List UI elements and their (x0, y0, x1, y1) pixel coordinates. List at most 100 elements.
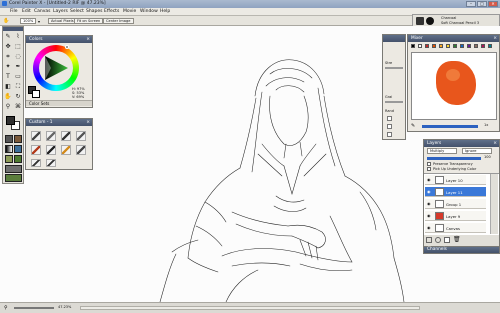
menu-effects[interactable]: Effects (104, 9, 119, 14)
pick-up-underlying-checkbox[interactable] (427, 167, 431, 171)
panel-close-icon[interactable]: × (493, 140, 497, 147)
brush-tool-icon[interactable]: ✎ (4, 33, 12, 41)
paper-selector[interactable] (5, 135, 13, 143)
actual-pixels-button[interactable]: Actual Pixels (48, 18, 77, 24)
new-layer-icon[interactable] (444, 237, 450, 243)
layer-visibility-icon[interactable]: ◉ (427, 213, 432, 218)
pen-tool-icon[interactable]: ✒ (14, 63, 22, 71)
horizontal-scrollbar[interactable] (80, 306, 420, 310)
menu-file[interactable]: File (10, 9, 18, 14)
mixer-color-swatch[interactable] (418, 44, 422, 48)
mixer-color-swatch[interactable] (460, 44, 464, 48)
paint-bucket-icon[interactable]: ⛶ (14, 83, 22, 91)
custom-brush-icon[interactable] (31, 145, 41, 155)
menu-help[interactable]: Help (160, 9, 170, 14)
mixer-color-swatch[interactable] (481, 44, 485, 48)
weave-selector[interactable] (14, 145, 22, 153)
layer-visibility-icon[interactable]: ◉ (427, 225, 432, 230)
mixer-zoom-slider[interactable] (422, 125, 478, 128)
mixer-color-swatch[interactable] (453, 44, 457, 48)
menu-canvas[interactable]: Canvas (34, 9, 51, 14)
mixer-color-swatch[interactable] (439, 44, 443, 48)
center-image-button[interactable]: Center Image (103, 18, 134, 24)
text-tool-icon[interactable]: T (4, 73, 12, 81)
layer-visibility-icon[interactable]: ◉ (427, 177, 432, 182)
custom-brush-icon[interactable] (46, 159, 56, 167)
delete-layer-icon[interactable]: 🗑 (453, 236, 461, 243)
layers-panel-header[interactable]: Layers × (424, 140, 499, 147)
main-color-swatch[interactable] (6, 116, 15, 125)
menu-shapes[interactable]: Shapes (86, 9, 102, 14)
transform-icon[interactable]: ⬚ (14, 43, 22, 51)
minimize-button[interactable]: – (466, 1, 476, 7)
mixer-panel-header[interactable]: Mixer × (408, 35, 499, 42)
grain-slider[interactable] (385, 101, 403, 103)
custom-brush-icon[interactable] (76, 145, 86, 155)
strength-slider[interactable] (385, 67, 403, 69)
mixer-color-swatch[interactable] (474, 44, 478, 48)
brush-variant-icon[interactable] (426, 17, 434, 25)
layer-row[interactable]: ◉ Group 1 (425, 199, 486, 209)
custom-brush-icon[interactable] (31, 159, 41, 167)
menu-window[interactable]: Window (140, 9, 158, 14)
randomness-checkbox[interactable] (387, 116, 392, 121)
zoom-slider[interactable] (14, 307, 54, 309)
magnifier-tool-icon[interactable]: ⚲ (4, 103, 12, 111)
toolbox-thumb-1[interactable] (5, 165, 22, 173)
color-sets-header[interactable]: Color Sets (26, 100, 92, 106)
custom-brush-icon[interactable] (61, 131, 71, 141)
maximize-button[interactable]: □ (477, 1, 487, 7)
zoom-field[interactable]: 100% (20, 18, 36, 24)
layer-row[interactable]: ◉ Layer 9 (425, 211, 486, 221)
fit-on-screen-button[interactable]: Fit on Screen (74, 18, 104, 24)
menu-movie[interactable]: Movie (123, 9, 136, 14)
custom-brush-icon[interactable] (31, 131, 41, 141)
brush-controls-header[interactable] (383, 35, 405, 42)
saturation-value-triangle[interactable] (41, 53, 71, 83)
mixer-color-swatch[interactable] (411, 44, 415, 48)
toolbox-thumb-2[interactable] (5, 174, 22, 182)
channels-panel-header[interactable]: Channels (424, 247, 499, 253)
crop-tool-icon[interactable]: ⌗ (4, 53, 12, 61)
pattern-selector[interactable] (14, 135, 22, 143)
mixer-color-swatch[interactable] (488, 44, 492, 48)
shape-tool-icon[interactable]: ▭ (14, 73, 22, 81)
panel-close-icon[interactable]: × (493, 35, 497, 42)
mixer-color-swatch[interactable] (446, 44, 450, 48)
custom-brush-icon[interactable] (46, 145, 56, 155)
gradient-selector[interactable] (5, 145, 13, 153)
composite-method-select[interactable]: Multiply (427, 148, 457, 154)
layers-scrollbar[interactable] (490, 174, 498, 234)
preserve-transparency-checkbox[interactable] (427, 162, 431, 166)
panel-close-icon[interactable]: × (86, 119, 90, 126)
panel-close-icon[interactable]: × (86, 36, 90, 43)
brush-category-icon[interactable] (416, 17, 424, 25)
layer-adjuster-icon[interactable]: ✥ (4, 43, 12, 51)
dropper-tool-icon[interactable]: ⌇ (14, 33, 22, 41)
colors-panel-header[interactable]: Colors × (26, 36, 92, 43)
mixer-color-swatch[interactable] (467, 44, 471, 48)
opacity-slider[interactable] (427, 157, 481, 160)
layer-row[interactable]: ◉ Layer 10 (425, 175, 486, 185)
layer-visibility-icon[interactable]: ◉ (427, 201, 432, 206)
custom-brush-icon[interactable] (46, 131, 56, 141)
layer-commands-icon[interactable] (426, 237, 432, 243)
eraser-tool-icon[interactable]: ◧ (4, 83, 12, 91)
mixer-pad[interactable] (411, 52, 497, 120)
grabber-hand-icon[interactable]: ✋ (3, 18, 9, 24)
mixer-color-swatch[interactable] (432, 44, 436, 48)
divine-proportion-icon[interactable]: ⌘ (14, 103, 22, 111)
layer-row[interactable]: ◉ Canvas (425, 223, 486, 233)
magic-wand-icon[interactable]: ✦ (4, 63, 12, 71)
custom-palette-header[interactable]: Custom - 1 × (26, 119, 92, 126)
layer-row[interactable]: ◉ Layer 11 (425, 187, 486, 197)
custom-brush-icon[interactable] (76, 131, 86, 141)
mixer-color-swatch[interactable] (425, 44, 429, 48)
grabber-tool-icon[interactable]: ✋ (4, 93, 12, 101)
dynamic-plugins-icon[interactable] (435, 237, 441, 243)
look-selector[interactable] (5, 155, 13, 163)
rotate-page-icon[interactable]: ↻ (14, 93, 22, 101)
menu-layers[interactable]: Layers (53, 9, 68, 14)
hue-indicator[interactable] (65, 45, 69, 49)
brush-option-checkbox[interactable] (387, 132, 392, 137)
